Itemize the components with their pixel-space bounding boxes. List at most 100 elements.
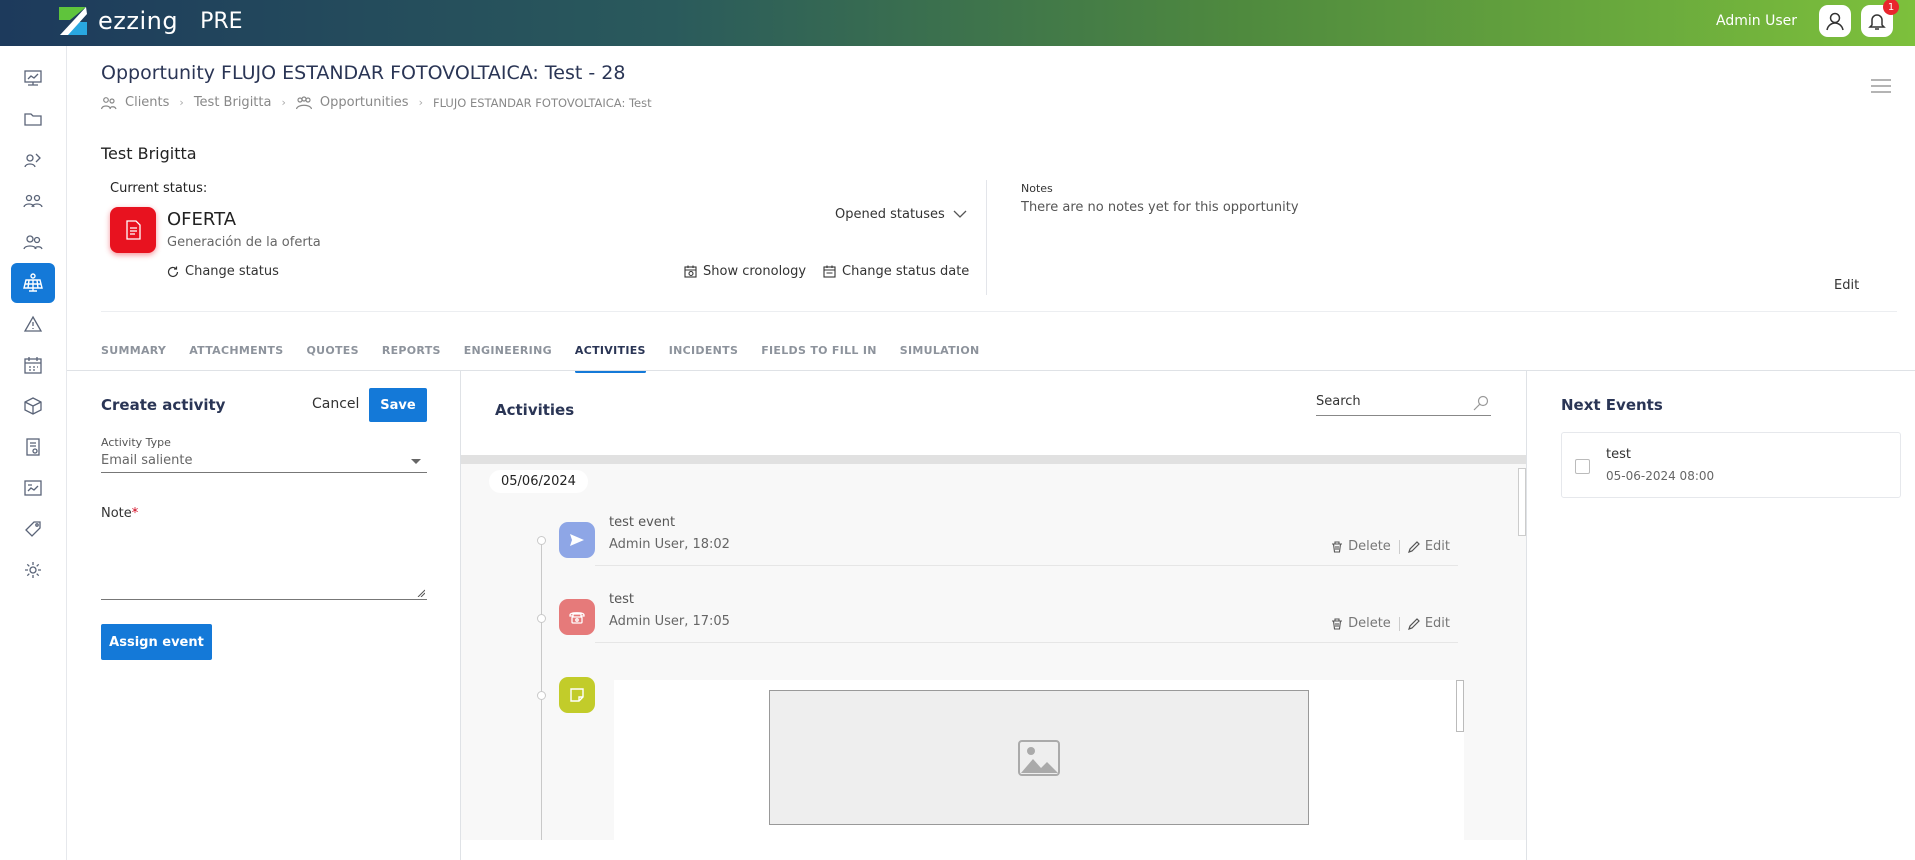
- divider: [1398, 539, 1400, 554]
- activity-type-badge: [559, 522, 595, 558]
- user-icon: [1826, 12, 1844, 31]
- calendar-clock-icon: [684, 265, 697, 278]
- timeline-scrollbar[interactable]: [1518, 468, 1526, 536]
- notes-edit-button[interactable]: Edit: [1834, 278, 1859, 293]
- activity-type-badge: [559, 599, 595, 635]
- activity-name: test: [609, 592, 634, 607]
- ezzing-logo-icon: [59, 7, 87, 35]
- list-item[interactable]: test event Admin User, 18:02 Delete Edit: [595, 511, 1458, 566]
- save-button[interactable]: Save: [369, 388, 427, 422]
- bell-icon: [1868, 14, 1886, 30]
- status-subtitle: Generación de la oferta: [167, 235, 321, 250]
- delete-button[interactable]: Delete: [1331, 616, 1391, 631]
- activity-meta: Admin User, 17:05: [609, 614, 730, 629]
- status-name: OFERTA: [167, 209, 237, 230]
- cancel-button[interactable]: Cancel: [312, 396, 359, 412]
- activity-type-label: Activity Type: [101, 436, 171, 449]
- sidebar-item-incidents[interactable]: [11, 304, 55, 344]
- tab-engineering[interactable]: ENGINEERING: [464, 344, 552, 357]
- sidebar-item-dashboard[interactable]: [11, 58, 55, 98]
- sidebar-item-settings[interactable]: [11, 550, 55, 590]
- change-status-date-label: Change status date: [842, 264, 970, 279]
- clients-icon: [101, 96, 117, 110]
- sidebar-item-solar[interactable]: [11, 263, 55, 303]
- sidebar-item-reports[interactable]: [11, 468, 55, 508]
- sidebar-item-opportunities[interactable]: [11, 181, 55, 221]
- timeline-line: [541, 540, 542, 840]
- breadcrumb-opportunities[interactable]: Opportunities: [320, 95, 409, 110]
- tab-reports[interactable]: REPORTS: [382, 344, 441, 357]
- edit-button[interactable]: Edit: [1407, 539, 1450, 554]
- opened-statuses-dropdown[interactable]: Opened statuses: [835, 207, 967, 222]
- breadcrumb-clients[interactable]: Clients: [125, 95, 169, 110]
- event-name: test: [1606, 447, 1631, 462]
- trash-icon: [1332, 617, 1343, 630]
- tab-attachments[interactable]: ATTACHMENTS: [189, 344, 283, 357]
- tab-incidents[interactable]: INCIDENTS: [669, 344, 738, 357]
- opened-statuses-label: Opened statuses: [835, 207, 945, 222]
- notes-label: Notes: [1021, 182, 1053, 195]
- tag-icon: [25, 521, 41, 537]
- date-label: 05/06/2024: [489, 470, 588, 493]
- breadcrumb-current: FLUJO ESTANDAR FOTOVOLTAICA: Test: [432, 95, 652, 110]
- list-item[interactable]: test Admin User, 17:05 Delete Edit: [595, 588, 1458, 643]
- breadcrumb-client[interactable]: Test Brigitta: [194, 95, 272, 110]
- notes-text: There are no notes yet for this opportun…: [1021, 200, 1299, 215]
- leads-icon: [24, 153, 41, 168]
- user-name: Admin User: [1716, 13, 1797, 29]
- folder-icon: [24, 113, 42, 126]
- show-cronology-button[interactable]: Show cronology: [684, 264, 806, 279]
- sidebar-item-calendar[interactable]: [11, 345, 55, 385]
- edit-button[interactable]: Edit: [1407, 616, 1450, 631]
- breadcrumb-separator: ›: [281, 96, 286, 109]
- logo[interactable]: ezzing PRE: [56, 4, 243, 38]
- breadcrumb: Clients › Test Brigitta › Opportunities …: [101, 95, 652, 110]
- change-status-button[interactable]: Change status: [167, 264, 279, 279]
- event-checkbox[interactable]: [1575, 459, 1590, 474]
- divider: [986, 180, 987, 295]
- status-badge: [110, 207, 156, 253]
- change-status-date-button[interactable]: Change status date: [823, 264, 969, 279]
- sidebar-item-products[interactable]: [11, 386, 55, 426]
- menu-icon[interactable]: [1871, 78, 1891, 94]
- notifications-button[interactable]: 1: [1861, 0, 1899, 37]
- settings-icon: [25, 562, 41, 578]
- search-icon[interactable]: [1473, 395, 1489, 411]
- divider: [101, 311, 1897, 312]
- billing-icon: [26, 438, 40, 456]
- attachment-preview[interactable]: [614, 680, 1464, 840]
- user-button[interactable]: [1819, 5, 1851, 37]
- preview-scrollbar[interactable]: [1456, 680, 1464, 732]
- tab-simulation[interactable]: SIMULATION: [900, 344, 980, 357]
- activity-type-select[interactable]: Email saliente: [101, 453, 427, 473]
- tab-activities[interactable]: ACTIVITIES: [574, 344, 646, 373]
- sidebar-item-clients[interactable]: [11, 222, 55, 262]
- search-input[interactable]: Search: [1316, 394, 1491, 416]
- note-icon: [570, 688, 584, 702]
- sidebar-item-billing[interactable]: [11, 427, 55, 467]
- delete-label: Delete: [1348, 616, 1391, 631]
- tab-fields-to-fill-in[interactable]: FIELDS TO FILL IN: [761, 344, 877, 357]
- note-label: Note*: [101, 506, 138, 521]
- assign-event-button[interactable]: Assign event: [101, 624, 212, 660]
- delete-button[interactable]: Delete: [1331, 539, 1391, 554]
- page-title: Opportunity FLUJO ESTANDAR FOTOVOLTAICA:…: [101, 62, 626, 84]
- phone-icon: [569, 612, 585, 624]
- edit-label: Edit: [1424, 616, 1450, 631]
- sidebar-item-folders[interactable]: [11, 99, 55, 139]
- sidebar-item-leads[interactable]: [11, 140, 55, 180]
- event-card[interactable]: test 05-06-2024 08:00: [1561, 432, 1901, 498]
- note-textarea[interactable]: [101, 530, 427, 600]
- tab-summary[interactable]: SUMMARY: [101, 344, 166, 357]
- solar-panel-icon: [23, 273, 43, 292]
- edit-label: Edit: [1424, 539, 1450, 554]
- image-icon: [1018, 739, 1060, 776]
- resize-handle-icon[interactable]: [417, 589, 425, 597]
- timeline-dot: [537, 536, 546, 545]
- sidebar-item-tags[interactable]: [11, 509, 55, 549]
- pencil-icon: [1407, 617, 1420, 630]
- divider: [1398, 616, 1400, 631]
- opportunities-icon: [295, 95, 312, 110]
- create-activity-title: Create activity: [101, 396, 226, 414]
- tab-quotes[interactable]: QUOTES: [306, 344, 358, 357]
